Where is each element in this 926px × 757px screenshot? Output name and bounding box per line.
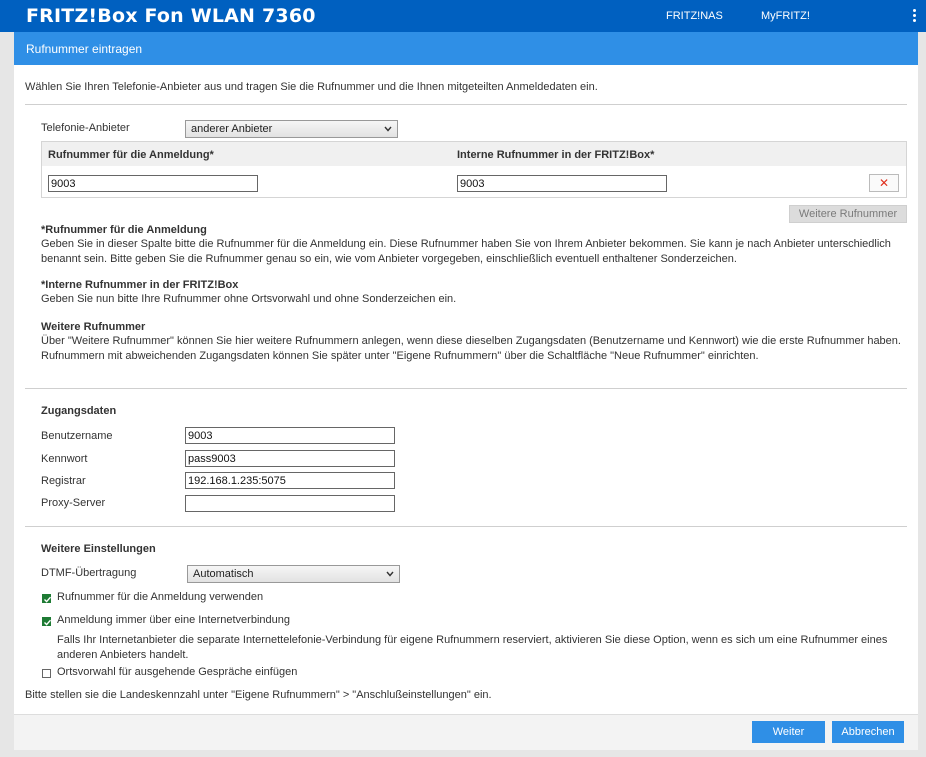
proxy-input[interactable] (185, 495, 395, 512)
divider (25, 104, 907, 105)
help-internal-title: *Interne Rufnummer in der FRITZ!Box (41, 279, 239, 291)
dtmf-select-value: Automatisch (193, 568, 254, 580)
page-title: Rufnummer eintragen (26, 42, 143, 56)
password-label: Kennwort (41, 453, 88, 465)
help-internal-text: Geben Sie nun bitte Ihre Rufnummer ohne … (41, 293, 457, 305)
help-login-title: *Rufnummer für die Anmeldung (41, 224, 207, 236)
proxy-label: Proxy-Server (41, 497, 106, 509)
close-icon: ✕ (878, 176, 890, 190)
col-internal-number: Interne Rufnummer in der FRITZ!Box* (457, 149, 655, 161)
help-more-text: Über "Weitere Rufnummer" können Sie hier… (41, 335, 901, 362)
myfritz-link[interactable]: MyFRITZ! (761, 10, 810, 22)
fritznas-link[interactable]: FRITZ!NAS (666, 10, 723, 22)
password-input[interactable] (185, 450, 395, 467)
username-label: Benutzername (41, 430, 113, 442)
help-login-text: Geben Sie in dieser Spalte bitte die Ruf… (41, 238, 891, 265)
use-login-number-checkbox[interactable] (42, 594, 52, 603)
internet-registration-label[interactable]: Anmeldung immer über eine Internetverbin… (57, 614, 290, 626)
cancel-button[interactable]: Abbrechen (832, 721, 904, 743)
area-code-label[interactable]: Ortsvorwahl für ausgehende Gespräche ein… (57, 666, 297, 678)
provider-label: Telefonie-Anbieter (41, 122, 130, 134)
numbers-table-header: Rufnummer für die Anmeldung* Interne Ruf… (42, 142, 906, 166)
col-login-number: Rufnummer für die Anmeldung* (48, 149, 214, 161)
top-bar: FRITZ!Box Fon WLAN 7360 FRITZ!NAS MyFRIT… (0, 0, 926, 32)
chevron-down-icon (386, 571, 394, 577)
internet-registration-checkbox[interactable] (42, 617, 52, 626)
divider (25, 526, 907, 527)
area-code-checkbox[interactable] (42, 669, 51, 678)
numbers-table: Rufnummer für die Anmeldung* Interne Ruf… (41, 141, 907, 198)
more-numbers-button[interactable]: Weitere Rufnummer (789, 205, 907, 223)
provider-select-value: anderer Anbieter (191, 123, 273, 135)
app-title: FRITZ!Box Fon WLAN 7360 (26, 5, 316, 27)
check-icon (44, 619, 52, 626)
main-content: Wählen Sie Ihren Telefonie-Anbieter aus … (14, 65, 918, 714)
country-code-hint: Bitte stellen sie die Landeskennzahl unt… (25, 689, 492, 701)
help-more-title: Weitere Rufnummer (41, 321, 146, 333)
dtmf-select[interactable]: Automatisch (187, 565, 400, 583)
use-login-number-label[interactable]: Rufnummer für die Anmeldung verwenden (57, 591, 263, 603)
divider (25, 388, 907, 389)
intro-text: Wählen Sie Ihren Telefonie-Anbieter aus … (25, 81, 598, 93)
check-icon (44, 596, 52, 603)
internal-number-input[interactable] (457, 175, 667, 192)
kebab-menu-icon[interactable] (911, 9, 917, 23)
settings-section-title: Weitere Einstellungen (41, 543, 156, 555)
registrar-label: Registrar (41, 475, 86, 487)
dtmf-label: DTMF-Übertragung (41, 567, 137, 579)
next-button[interactable]: Weiter (752, 721, 825, 743)
access-section-title: Zugangsdaten (41, 405, 117, 417)
footer-bar: Weiter Abbrechen (14, 714, 918, 750)
internet-registration-note: Falls Ihr Internetanbieter die separate … (57, 634, 888, 661)
username-input[interactable] (185, 427, 395, 444)
registrar-input[interactable] (185, 472, 395, 489)
provider-select[interactable]: anderer Anbieter (185, 120, 398, 138)
delete-number-button[interactable]: ✕ (869, 174, 899, 192)
page-header: Rufnummer eintragen (14, 32, 918, 65)
login-number-input[interactable] (48, 175, 258, 192)
chevron-down-icon (384, 126, 392, 132)
